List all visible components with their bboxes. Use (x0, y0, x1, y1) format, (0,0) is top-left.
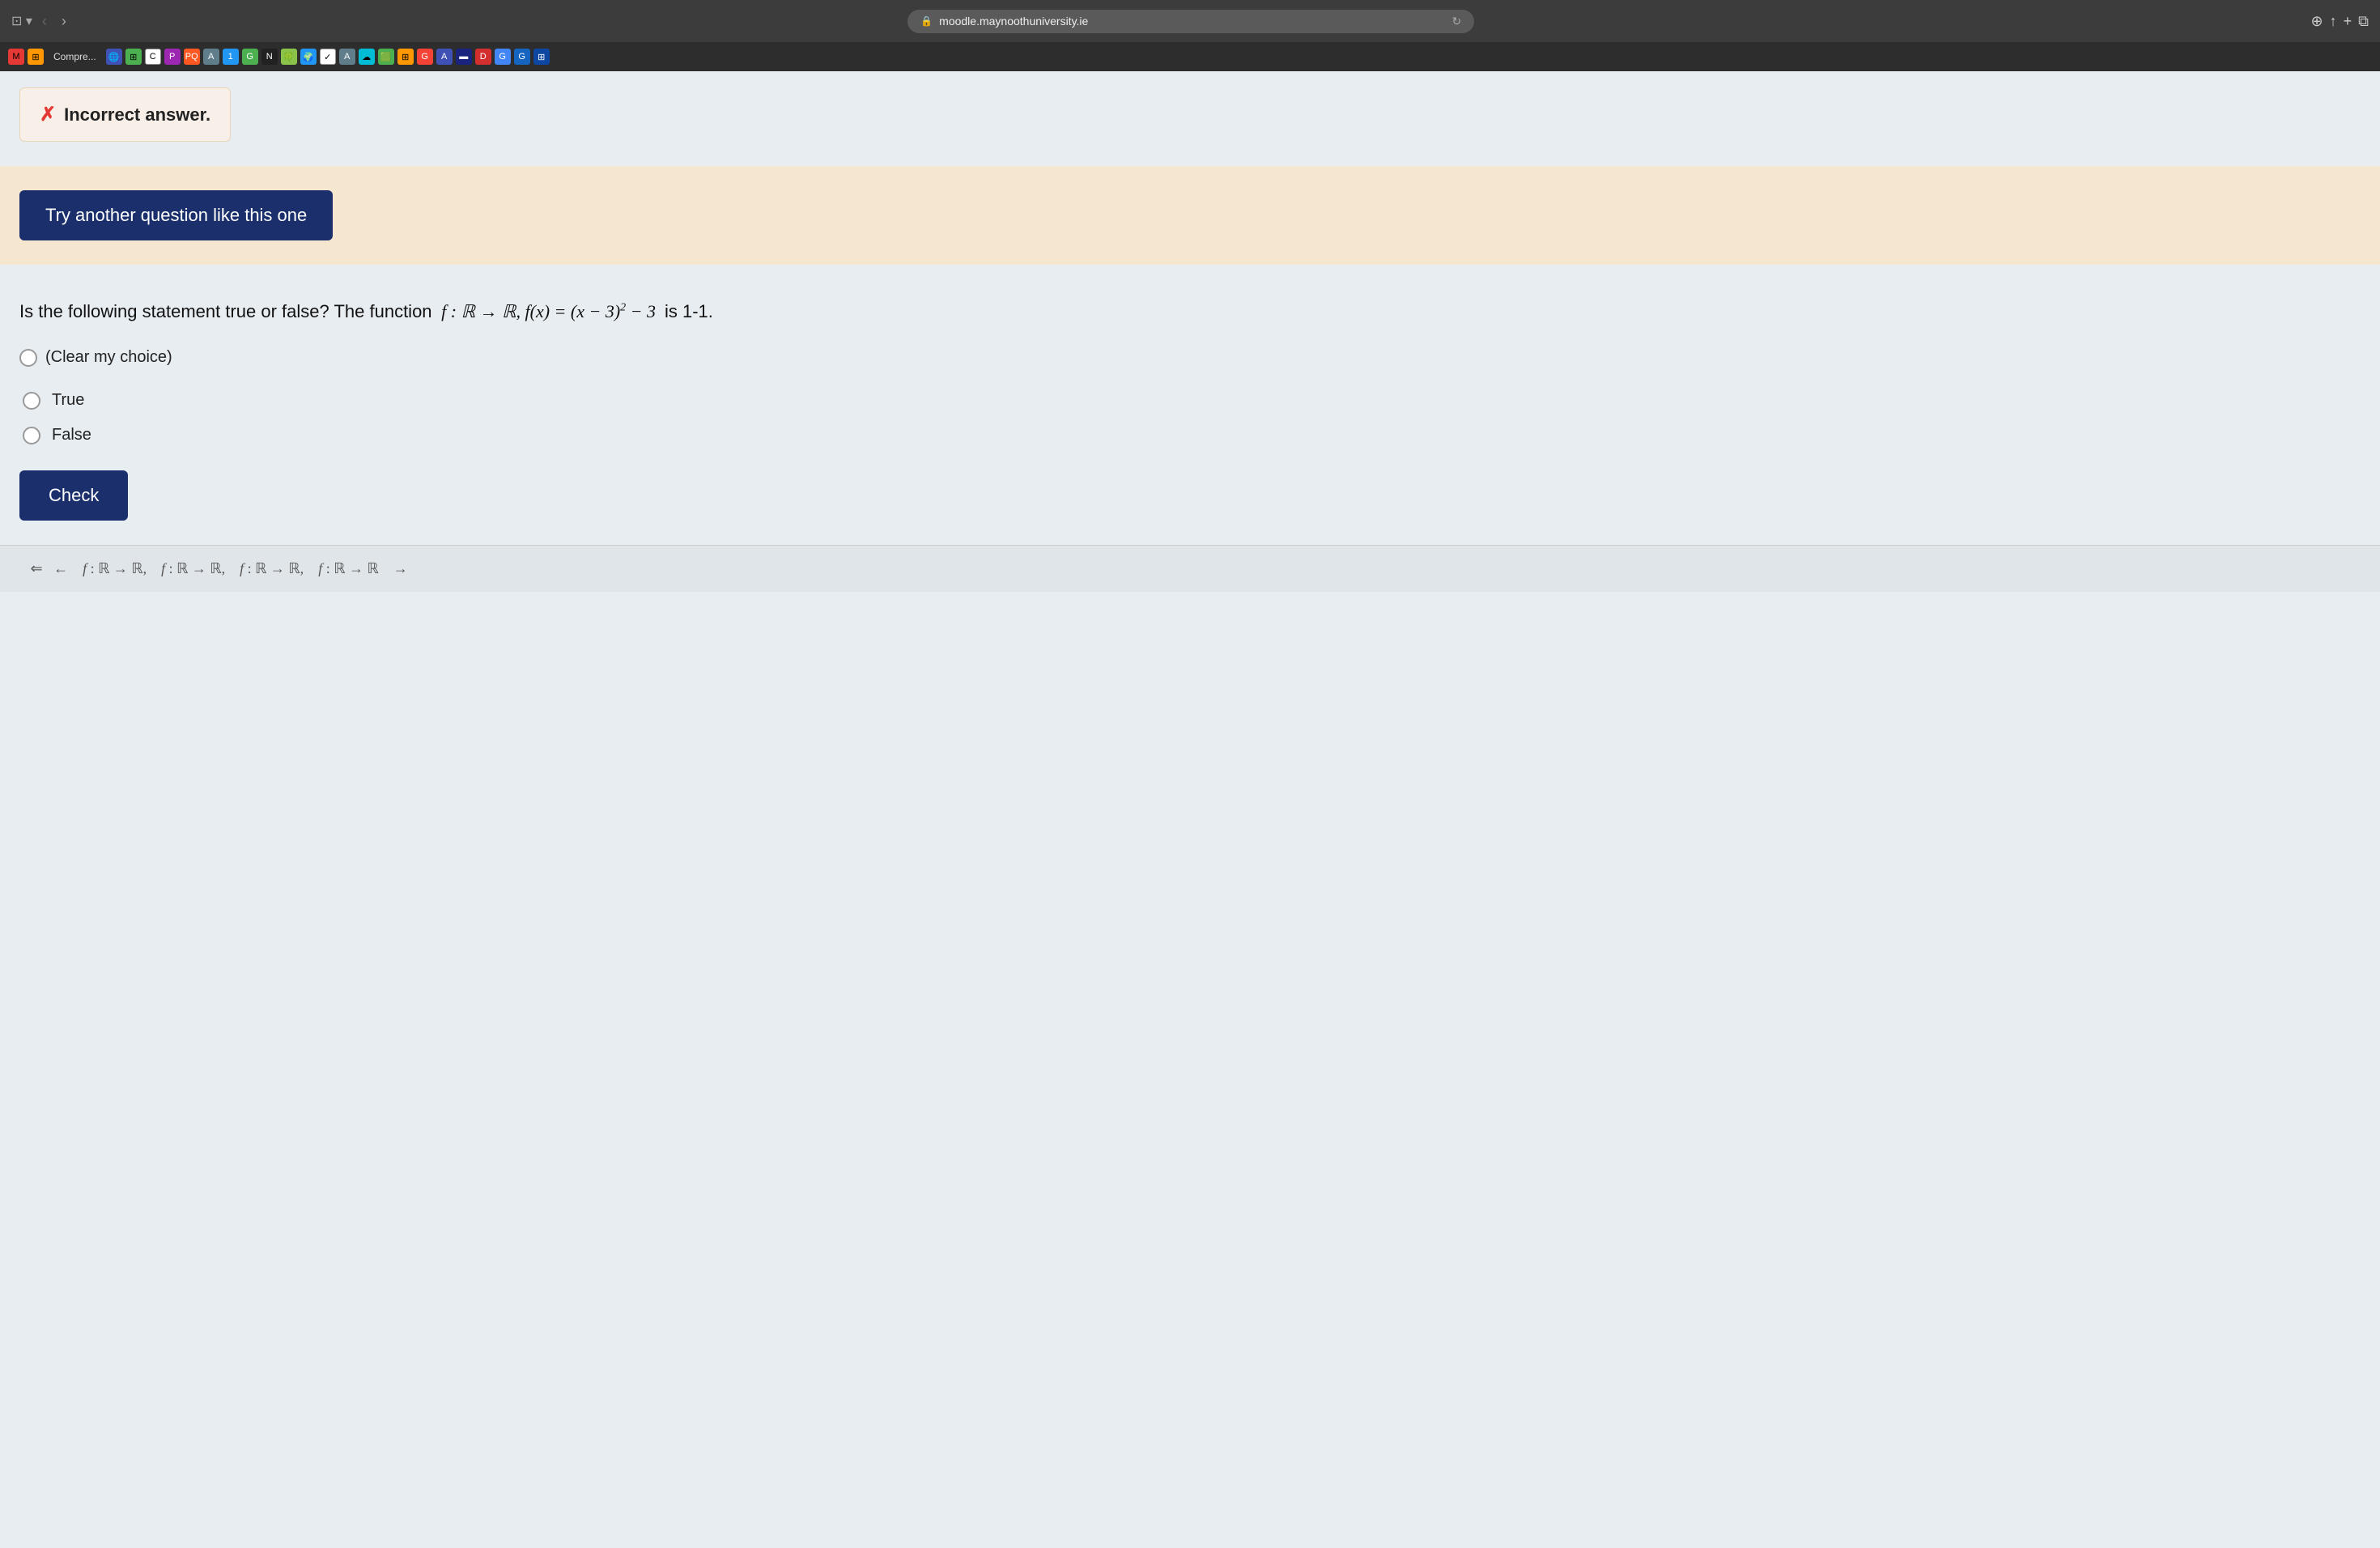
bookmark-a-icon[interactable]: A (203, 49, 219, 65)
new-tab-icon[interactable]: + (2344, 13, 2352, 30)
bookmark-a3-icon[interactable]: A (436, 49, 453, 65)
option-false-radio[interactable] (23, 427, 40, 444)
bookmark-pq-icon[interactable]: PQ (184, 49, 200, 65)
sidebar-toggle-icon[interactable]: ⊡ ▾ (11, 13, 32, 29)
bookmark-world-icon[interactable]: 🌍 (300, 49, 317, 65)
x-icon: ✗ (40, 103, 56, 126)
clear-choice-radio[interactable] (19, 349, 37, 367)
try-another-button[interactable]: Try another question like this one (19, 190, 333, 240)
question-section: Is the following statement true or false… (0, 265, 2380, 545)
address-bar[interactable]: 🔒 moodle.maynoothuniversity.ie ↻ (907, 10, 1474, 33)
bookmark-globe-icon[interactable]: 🌐 (106, 49, 122, 65)
download-icon[interactable]: ⊕ (2311, 13, 2323, 30)
bookmark-rect-icon[interactable]: ▬ (456, 49, 472, 65)
incorrect-answer-text: Incorrect answer. (64, 104, 210, 125)
bookmark-grid-icon[interactable]: ⊞ (125, 49, 142, 65)
bookmark-p-icon[interactable]: P (164, 49, 181, 65)
reload-icon[interactable]: ↻ (1451, 15, 1461, 28)
browser-actions: ⊕ ↑ + ⧉ (2311, 13, 2369, 30)
bookmark-d-icon[interactable]: D (475, 49, 491, 65)
bottom-nav-text: ⇐ ← f : ℝ → ℝ, f : ℝ → ℝ, f : ℝ → ℝ, f :… (19, 560, 408, 576)
option-false-label: False (52, 426, 91, 444)
back-button[interactable]: ‹ (37, 11, 52, 32)
bookmark-g2-icon[interactable]: G (417, 49, 433, 65)
bookmark-cloud-icon[interactable]: ☁ (359, 49, 375, 65)
forward-button[interactable]: › (57, 11, 71, 32)
browser-chrome: ⊡ ▾ ‹ › 🔒 moodle.maynoothuniversity.ie ↻… (0, 0, 2380, 42)
bookmark-compre[interactable]: Compre... (47, 49, 103, 64)
bookmark-green-icon[interactable]: 🟩 (378, 49, 394, 65)
bookmark-check-icon[interactable]: ✓ (320, 49, 336, 65)
option-true-label: True (52, 391, 84, 410)
bottom-nav-hint: ⇐ ← f : ℝ → ℝ, f : ℝ → ℝ, f : ℝ → ℝ, f :… (0, 545, 2380, 592)
tabs-icon[interactable]: ⧉ (2358, 13, 2369, 30)
bookmark-ms-icon[interactable]: M (8, 49, 24, 65)
url-text: moodle.maynoothuniversity.ie (939, 15, 1088, 28)
options-list: True False (19, 391, 2361, 444)
option-true[interactable]: True (23, 391, 2361, 410)
try-another-section: Try another question like this one (0, 166, 2380, 265)
bookmark-star-icon[interactable]: ⊞ (397, 49, 414, 65)
option-false[interactable]: False (23, 426, 2361, 444)
question-text-before: Is the following statement true or false… (19, 301, 432, 321)
bookmark-leaf-icon[interactable]: 🍀 (281, 49, 297, 65)
clear-choice-label: (Clear my choice) (45, 348, 172, 367)
bookmark-1-icon[interactable]: 1 (223, 49, 239, 65)
bookmark-a2-icon[interactable]: A (339, 49, 355, 65)
bookmark-google-icon[interactable]: G (495, 49, 511, 65)
math-expression: f : ℝ → ℝ, f(x) = (x − 3)2 − 3 (437, 301, 665, 321)
bookmarks-bar: M ⊞ Compre... 🌐 ⊞ C P PQ A 1 G N 🍀 🌍 ✓ A… (0, 42, 2380, 71)
check-button[interactable]: Check (19, 470, 128, 521)
bookmark-n-icon[interactable]: N (261, 49, 278, 65)
bookmark-g3-icon[interactable]: G (514, 49, 530, 65)
question-text-after: is 1-1. (665, 301, 713, 321)
bookmark-g-icon[interactable]: G (242, 49, 258, 65)
bookmark-colored-icon[interactable]: ⊞ (28, 49, 44, 65)
nav-buttons: ⊡ ▾ ‹ › (11, 11, 71, 32)
question-text: Is the following statement true or false… (19, 297, 2361, 325)
lock-icon: 🔒 (920, 15, 933, 27)
page-content: ✗ Incorrect answer. Try another question… (0, 71, 2380, 1548)
incorrect-answer-banner: ✗ Incorrect answer. (19, 87, 231, 142)
share-icon[interactable]: ↑ (2330, 13, 2337, 30)
bookmark-c-icon[interactable]: C (145, 49, 161, 65)
clear-choice-option[interactable]: (Clear my choice) (19, 348, 2361, 367)
bookmark-blue-icon[interactable]: ⊞ (533, 49, 550, 65)
option-true-radio[interactable] (23, 392, 40, 410)
